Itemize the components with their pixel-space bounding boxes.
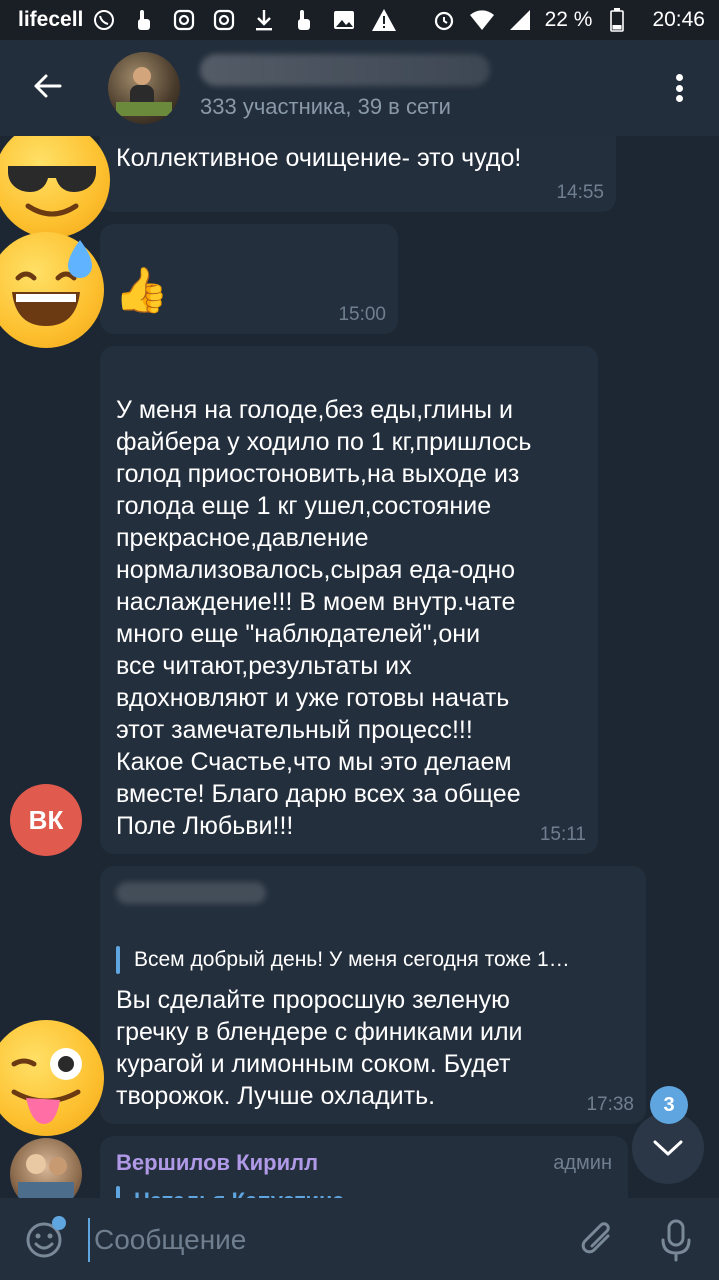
alarm-icon <box>431 7 457 33</box>
message-bubble[interactable]: Всем добрый день! У меня сегодня тоже 1…… <box>100 866 646 1124</box>
message-bubble[interactable]: Вершилов Кирилл админ Наталья Капустина <box>100 1136 628 1198</box>
message-time: 14:55 <box>556 182 604 203</box>
back-button[interactable] <box>28 66 68 106</box>
message-bubble[interactable]: Коллективное очищение- это чудо! 14:55 <box>100 136 616 212</box>
message-time: 15:00 <box>338 304 386 325</box>
dot-icon <box>675 95 683 102</box>
image-icon <box>331 7 357 33</box>
message-author[interactable]: Вершилов Кирилл <box>116 1150 318 1176</box>
unread-count-badge: 3 <box>650 1086 688 1124</box>
message-bubble[interactable]: У меня на голоде,без еды,глины и файбера… <box>100 346 598 854</box>
paperclip-icon <box>581 1222 610 1254</box>
winking-tongue-emoji-avatar[interactable] <box>0 1020 104 1136</box>
attach-button[interactable] <box>578 1218 618 1262</box>
carrier-name: lifecell <box>18 8 84 31</box>
reply-indicator <box>116 1186 120 1198</box>
admin-badge: админ <box>553 1152 612 1174</box>
microphone-icon <box>661 1219 691 1262</box>
chat-avatar[interactable] <box>108 52 180 124</box>
user-avatar-initials[interactable]: ВК <box>10 784 82 856</box>
reply-preview-text[interactable]: Всем добрый день! У меня сегодня тоже 1… <box>134 948 570 972</box>
signal-icon <box>507 7 533 33</box>
chat-members-status: 333 участника, 39 в сети <box>200 94 451 119</box>
dot-icon <box>675 84 683 92</box>
wifi-icon <box>469 7 495 33</box>
battery-icon <box>604 7 630 33</box>
sunglasses-emoji-avatar[interactable] <box>0 136 110 238</box>
message-input-bar <box>0 1198 719 1280</box>
touch-icon <box>131 7 157 33</box>
chevron-down-icon <box>653 1140 683 1156</box>
user-avatar-photo[interactable] <box>10 1138 82 1198</box>
battery-percent: 22 % <box>544 8 593 31</box>
arrow-left-icon <box>34 74 62 98</box>
thumbs-up-emoji: 👍 <box>114 266 169 315</box>
status-time: 20:46 <box>652 8 705 31</box>
message-feed[interactable]: Коллективное очищение- это чудо! 14:55 👍… <box>0 136 719 1198</box>
warning-icon <box>371 7 397 33</box>
message-text: Коллективное очищение- это чудо! <box>116 144 522 172</box>
reply-indicator <box>116 946 120 974</box>
notification-icons <box>91 7 397 33</box>
instagram-icon <box>211 7 237 33</box>
message-bubble[interactable]: 👍 15:00 <box>100 224 398 334</box>
message-text: Вы сделайте проросшую зеленую гречку в б… <box>116 986 523 1110</box>
download-icon <box>251 7 277 33</box>
chat-title-blurred[interactable] <box>200 54 490 86</box>
reply-author[interactable]: Наталья Капустина <box>134 1188 345 1198</box>
message-text: У меня на голоде,без еды,глины и файбера… <box>116 396 532 840</box>
touch-icon <box>291 7 317 33</box>
system-status: 22 % 20:46 <box>431 7 705 33</box>
message-time: 17:38 <box>586 1094 634 1115</box>
viber-icon <box>91 7 117 33</box>
more-menu-button[interactable] <box>664 68 694 108</box>
status-bar: lifecell 22 % 20:46 <box>0 0 719 40</box>
sweat-smile-emoji-avatar[interactable] <box>0 232 104 348</box>
message-time: 15:11 <box>539 824 586 845</box>
instagram-icon <box>171 7 197 33</box>
dot-icon <box>675 74 683 81</box>
sender-name-blurred <box>116 882 266 904</box>
voice-record-button[interactable] <box>658 1218 694 1262</box>
chat-header: 333 участника, 39 в сети <box>0 40 719 136</box>
message-input[interactable] <box>88 1218 548 1262</box>
new-emoji-dot <box>52 1216 66 1230</box>
